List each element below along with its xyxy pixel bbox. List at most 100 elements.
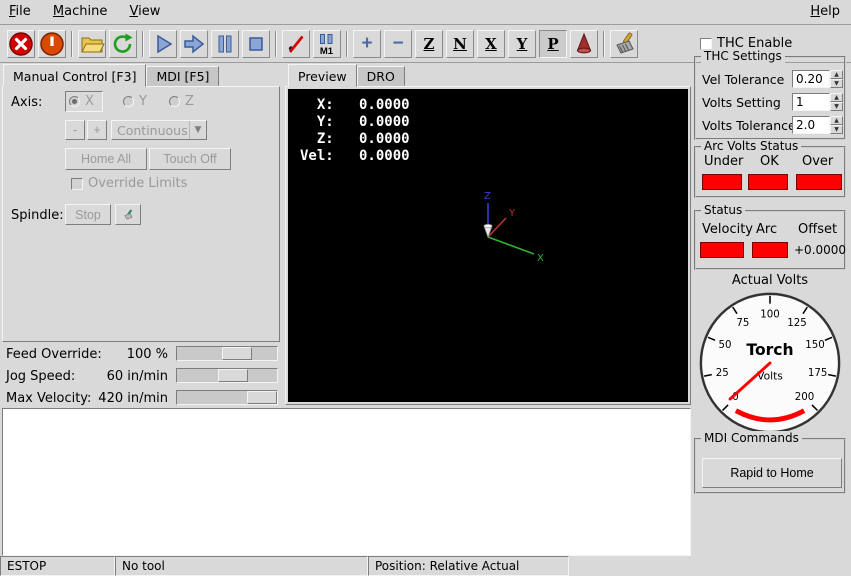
radio-x-icon: [69, 96, 80, 107]
arc-over-led: [796, 174, 842, 190]
axis-radio-y-label: Y: [139, 94, 147, 109]
jog-speed-value: 60 in/min: [80, 369, 168, 384]
run-program-button[interactable]: [149, 30, 177, 58]
menu-help[interactable]: Help: [801, 0, 849, 25]
volts-setting-down-arrow[interactable]: ▼: [830, 102, 843, 111]
svg-text:100: 100: [760, 310, 780, 321]
vel-tolerance-down-arrow[interactable]: ▼: [830, 79, 843, 88]
toolbar-separator: [142, 31, 144, 57]
menubar: File Machine View Help: [0, 0, 851, 25]
message-history-area[interactable]: [2, 408, 691, 556]
open-folder-icon: [79, 31, 105, 57]
zoom-in-button[interactable]: +: [353, 30, 381, 58]
touch-off-button[interactable]: Touch Off: [149, 148, 231, 170]
jog-minus-button[interactable]: -: [65, 120, 85, 140]
tool-cone-button[interactable]: [570, 30, 598, 58]
power-icon: [39, 31, 65, 57]
jog-plus-button[interactable]: +: [87, 120, 107, 140]
radio-z-icon: [169, 96, 180, 107]
manual-control-panel: Axis: X Y Z - + Continuous ▼ Home All To…: [2, 86, 280, 342]
view-z-icon: Z: [424, 35, 435, 53]
arc-label: Arc: [756, 222, 777, 237]
spindle-label: Spindle:: [11, 208, 64, 223]
tab-mdi[interactable]: MDI [F5]: [146, 66, 219, 86]
torch-volts-gauge: 0 25 50 75 100 125 150 175 200 Torch Vol…: [697, 290, 843, 436]
axis-radio-x-label: X: [85, 94, 94, 109]
reload-file-button[interactable]: [109, 30, 137, 58]
jog-speed-slider[interactable]: [176, 368, 278, 383]
vel-tolerance-input[interactable]: 0.20: [792, 70, 830, 88]
spindle-stop-button[interactable]: Stop: [65, 204, 111, 225]
status-frame: Status Velocity Arc Offset +0.0000: [694, 210, 846, 270]
tab-preview[interactable]: Preview: [288, 64, 357, 87]
optional-pause-button[interactable]: M1: [313, 30, 341, 58]
offset-value: +0.0000: [794, 243, 846, 257]
view-y-icon: Y: [517, 35, 528, 53]
stop-program-button[interactable]: [242, 30, 270, 58]
feed-override-value: 100 %: [80, 347, 168, 362]
view-perspective-button[interactable]: P: [539, 30, 567, 58]
spindle-brush-icon: [122, 207, 134, 223]
view-front-y-button[interactable]: Y: [508, 30, 536, 58]
tab-dro[interactable]: DRO: [357, 66, 405, 86]
axis-radio-y[interactable]: Y: [123, 94, 147, 109]
menu-file[interactable]: File: [0, 0, 40, 25]
toolbar-separator: [346, 31, 348, 57]
tool-cone-icon: [571, 31, 597, 57]
axis-radio-z-label: Z: [185, 94, 194, 109]
manual-tabrow: Manual Control [F3] MDI [F5]: [3, 64, 219, 87]
view-p-icon: P: [547, 35, 558, 53]
origin-axes-indicator: Z Y X: [438, 187, 568, 287]
feed-override-handle[interactable]: [222, 347, 252, 360]
estop-button[interactable]: [7, 30, 35, 58]
open-file-button[interactable]: [78, 30, 106, 58]
run-icon: [150, 31, 176, 57]
velocity-led: [700, 242, 744, 258]
menu-view[interactable]: View: [120, 0, 169, 25]
volts-setting-up-arrow[interactable]: ▲: [830, 93, 843, 102]
override-limits-checkbox[interactable]: Override Limits: [71, 176, 187, 191]
estop-icon: [8, 31, 34, 57]
vel-tolerance-up-arrow[interactable]: ▲: [830, 70, 843, 79]
volts-setting-input[interactable]: 1: [792, 93, 830, 111]
tab-manual-control[interactable]: Manual Control [F3]: [3, 64, 146, 87]
clear-plot-button[interactable]: [610, 30, 638, 58]
arc-led: [752, 242, 788, 258]
view-x-icon: X: [485, 35, 497, 53]
volts-tolerance-input[interactable]: 2.0: [792, 116, 830, 134]
max-velocity-handle[interactable]: [247, 391, 277, 404]
axis-radio-z[interactable]: Z: [169, 94, 194, 109]
preview-canvas[interactable]: X: 0.0000 Y: 0.0000 Z: 0.0000Vel: 0.0000…: [288, 89, 688, 402]
jog-speed-handle[interactable]: [218, 369, 248, 382]
volts-tolerance-down-arrow[interactable]: ▼: [830, 125, 843, 134]
optional-pause-m1-icon: M1: [314, 31, 340, 57]
menu-machine[interactable]: Machine: [44, 0, 116, 25]
axis-radio-x[interactable]: X: [65, 91, 103, 112]
checkbox-icon: [700, 38, 712, 50]
pause-program-button[interactable]: [211, 30, 239, 58]
offset-label: Offset: [798, 222, 837, 237]
machine-power-button[interactable]: [38, 30, 66, 58]
view-top-z-button[interactable]: Z: [415, 30, 443, 58]
volts-tolerance-up-arrow[interactable]: ▲: [830, 116, 843, 125]
spindle-brake-button[interactable]: [115, 204, 141, 225]
toolbar-separator: [275, 31, 277, 57]
rapid-to-home-button[interactable]: Rapid to Home: [702, 458, 842, 488]
max-velocity-slider[interactable]: [176, 390, 278, 405]
step-line-button[interactable]: [180, 30, 208, 58]
statusbar-tool: No tool: [115, 556, 368, 576]
feed-override-slider[interactable]: [176, 346, 278, 361]
view-rotated-top-button[interactable]: N: [446, 30, 474, 58]
svg-text:125: 125: [787, 318, 807, 329]
radio-y-icon: [123, 96, 134, 107]
max-velocity-value: 420 in/min: [80, 391, 168, 406]
arc-volts-status-title: Arc Volts Status: [701, 139, 801, 153]
jog-mode-value: Continuous: [117, 123, 188, 138]
skip-lines-button[interactable]: [282, 30, 310, 58]
zoom-out-button[interactable]: −: [384, 30, 412, 58]
svg-text:X: X: [537, 253, 544, 264]
jog-mode-select[interactable]: Continuous ▼: [111, 120, 207, 140]
view-side-x-button[interactable]: X: [477, 30, 505, 58]
home-all-button[interactable]: Home All: [65, 148, 147, 170]
pause-icon: [212, 31, 238, 57]
